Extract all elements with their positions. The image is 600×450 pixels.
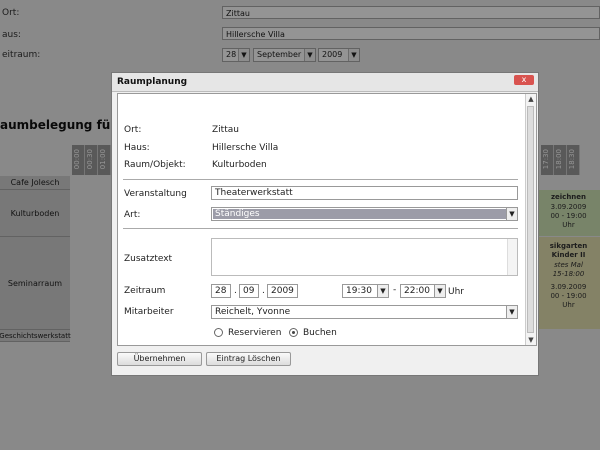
art-label: Art:	[124, 210, 141, 220]
time-from-value: 19:30	[346, 286, 372, 296]
raum-value: Kulturboden	[212, 160, 267, 170]
haus-value: Hillersche Villa	[212, 143, 279, 153]
zeitraum-label: Zeitraum	[124, 286, 166, 296]
close-icon[interactable]: x	[514, 75, 534, 85]
dialog-title: Raumplanung	[117, 77, 188, 87]
year-input[interactable]: 2009	[267, 284, 298, 298]
veranstaltung-input[interactable]: Theaterwerkstatt	[211, 186, 518, 200]
radio-buchen[interactable]	[289, 328, 298, 337]
ort-label: Ort:	[124, 125, 142, 135]
chevron-down-icon: ▼	[377, 285, 388, 297]
divider	[123, 228, 518, 229]
mitarbeiter-value: Reichelt, Yvonne	[215, 307, 291, 317]
scrollbar-thumb[interactable]	[527, 106, 534, 333]
art-select[interactable]: Ständiges ▼	[211, 207, 518, 221]
art-select-value: Ständiges	[213, 209, 508, 219]
dialog-scrollbar[interactable]: ▲ ▼	[525, 94, 536, 345]
scroll-down-icon[interactable]: ▼	[526, 335, 536, 345]
time-to-select[interactable]: 22:00 ▼	[400, 284, 446, 298]
time-separator: -	[393, 285, 397, 295]
dialog-body: Ort: Zittau Haus: Hillersche Villa Raum/…	[117, 93, 537, 346]
delete-entry-button[interactable]: Eintrag Löschen	[206, 352, 291, 366]
zusatztext-label: Zusatztext	[124, 254, 173, 264]
uhr-label: Uhr	[448, 287, 464, 297]
veranstaltung-label: Veranstaltung	[124, 189, 187, 199]
date-separator: .	[234, 286, 237, 296]
haus-label: Haus:	[124, 143, 150, 153]
raum-label: Raum/Objekt:	[124, 160, 186, 170]
mitarbeiter-label: Mitarbeiter	[124, 307, 174, 317]
divider	[123, 179, 518, 180]
radio-buchen-label[interactable]: Buchen	[303, 328, 337, 338]
apply-button[interactable]: Übernehmen	[117, 352, 202, 366]
day-input[interactable]: 28	[211, 284, 231, 298]
raumplanung-dialog: Raumplanung x Ort: Zittau Haus: Hillersc…	[111, 72, 539, 376]
dialog-header: Raumplanung x	[112, 73, 538, 92]
radio-reservieren-label[interactable]: Reservieren	[228, 328, 281, 338]
chevron-down-icon: ▼	[434, 285, 445, 297]
mitarbeiter-select[interactable]: Reichelt, Yvonne ▼	[211, 305, 518, 319]
textarea-scrollbar[interactable]	[507, 239, 517, 275]
radio-reservieren[interactable]	[214, 328, 223, 337]
month-input[interactable]: 09	[239, 284, 259, 298]
time-from-select[interactable]: 19:30 ▼	[342, 284, 389, 298]
scroll-up-icon[interactable]: ▲	[526, 94, 536, 104]
chevron-down-icon: ▼	[506, 306, 517, 318]
time-to-value: 22:00	[404, 286, 430, 296]
zusatztext-textarea[interactable]	[211, 238, 518, 276]
date-separator: .	[262, 286, 265, 296]
ort-value: Zittau	[212, 125, 239, 135]
chevron-down-icon: ▼	[506, 208, 517, 220]
